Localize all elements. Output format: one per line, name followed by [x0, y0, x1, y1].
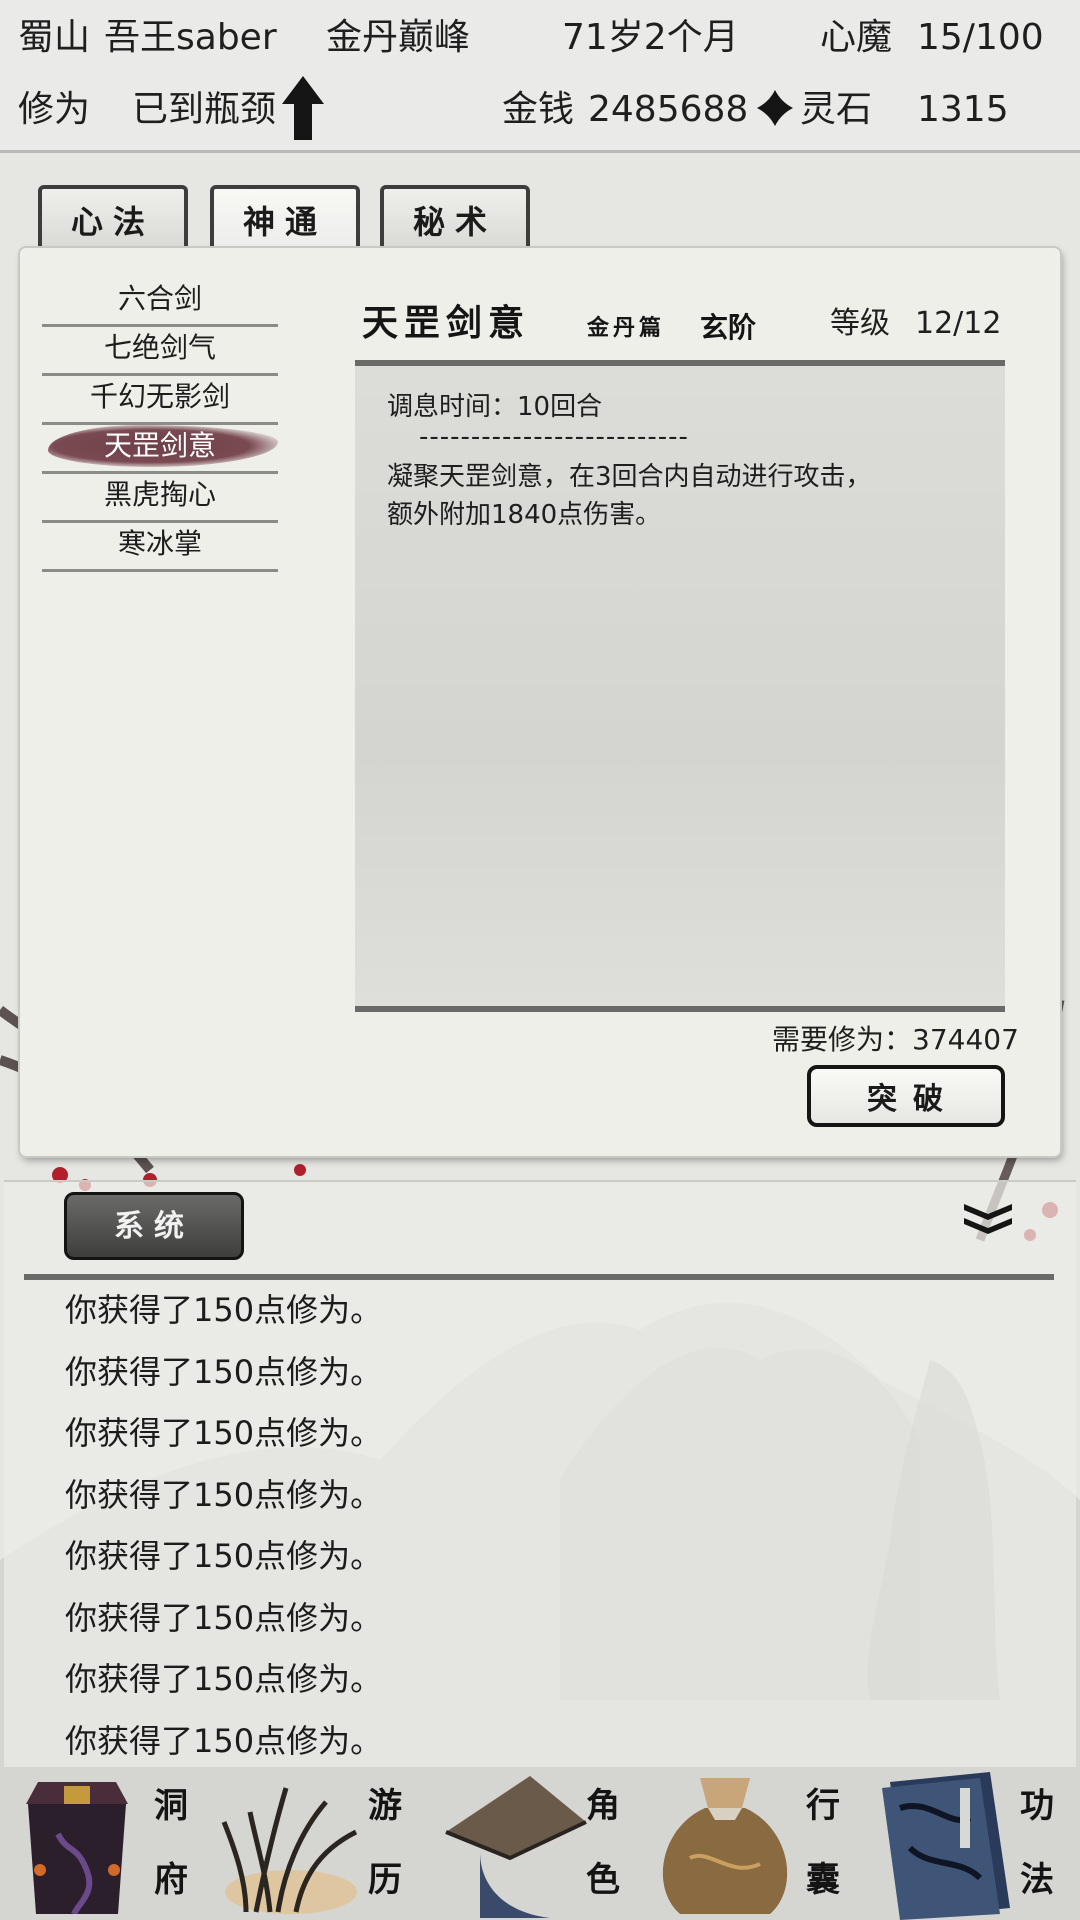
age-label: 71岁2个月: [562, 17, 739, 58]
nav-label-bottom: 府: [154, 1860, 188, 1900]
up-arrow-icon: [282, 76, 324, 140]
tab-mishu[interactable]: 秘术: [380, 185, 530, 251]
player-name: 吾王saber: [104, 17, 277, 58]
log-message: 你获得了150点修为。: [65, 1291, 383, 1329]
nav-xingnang[interactable]: 行 囊: [650, 1768, 868, 1920]
log-message: 你获得了150点修为。: [65, 1414, 383, 1452]
status-bar: 蜀山 吾王saber 金丹巅峰 71岁2个月 心魔 15/100 修为 已到瓶颈…: [0, 0, 1080, 153]
tab-shentong[interactable]: 神通: [210, 185, 360, 251]
level-label: 等级: [830, 306, 890, 341]
realm-label: 金丹巅峰: [326, 17, 471, 58]
skill-item-qijue[interactable]: 七绝剑气: [42, 325, 278, 376]
nav-youli[interactable]: 游 历: [212, 1768, 428, 1920]
nav-gongfa[interactable]: 功 法: [870, 1768, 1080, 1920]
log-divider: [24, 1274, 1054, 1280]
nav-label-bottom: 法: [1020, 1860, 1054, 1900]
log-message: 你获得了150点修为。: [65, 1722, 383, 1760]
heart-demon-value: 15/100: [917, 17, 1044, 58]
scripture-book-icon: [882, 1772, 1010, 1920]
skill-chapter: 金丹篇: [587, 315, 666, 341]
divider-line: --------------------------: [419, 422, 689, 452]
skill-item-label: 千幻无影剑: [89, 380, 230, 413]
nav-label-bottom: 色: [586, 1860, 620, 1900]
money-bag-icon: [662, 1778, 788, 1914]
log-message: 你获得了150点修为。: [65, 1599, 383, 1637]
heart-demon-label: 心魔: [820, 17, 893, 58]
nav-juese[interactable]: 角 色: [440, 1768, 650, 1920]
skill-item-liuhe[interactable]: 六合剑: [42, 276, 278, 327]
skill-item-label: 六合剑: [117, 282, 202, 315]
skill-item-label: 黑虎掏心: [103, 478, 216, 511]
skill-item-label: 寒冰掌: [117, 527, 202, 560]
log-message: 你获得了150点修为。: [65, 1476, 383, 1514]
location-label: 蜀山: [18, 17, 91, 58]
cultivation-label: 修为: [18, 89, 91, 130]
bottom-nav: 洞 府 游 历 角 色 行 囊 功 法: [0, 1768, 1080, 1920]
tab-xinfa[interactable]: 心法: [38, 185, 188, 251]
system-channel-button[interactable]: 系统: [64, 1192, 244, 1260]
nav-label-bottom: 历: [368, 1860, 402, 1900]
skill-panel: 六合剑 七绝剑气 千幻无影剑 天罡剑意 黑虎掏心 寒冰掌 天罡剑意 金丹篇 玄阶…: [20, 248, 1060, 1156]
description-line-2: 额外附加1840点伤害。: [387, 500, 662, 530]
nav-label-bottom: 囊: [806, 1860, 840, 1900]
log-message: 你获得了150点修为。: [65, 1353, 383, 1391]
skill-item-qianhuan[interactable]: 千幻无影剑: [42, 374, 278, 425]
spirit-stone-label: 灵石: [800, 89, 873, 130]
log-message: 你获得了150点修为。: [65, 1660, 383, 1698]
skill-title: 天罡剑意: [362, 302, 531, 344]
nav-label-top: 行: [806, 1786, 840, 1826]
money-value: 2485688: [588, 89, 749, 130]
nav-label-top: 洞: [154, 1786, 188, 1826]
skill-item-label: 天罡剑意: [103, 429, 216, 462]
money-label: 金钱: [502, 89, 575, 130]
collapse-chevron-icon[interactable]: [960, 1200, 1016, 1236]
required-cultivation: 需要修为：374407: [772, 1023, 1019, 1056]
breakthrough-button[interactable]: 突破: [807, 1065, 1005, 1127]
cave-gate-icon: [26, 1782, 128, 1914]
skill-item-hanbing[interactable]: 寒冰掌: [42, 521, 278, 572]
spirit-stone-value: 1315: [917, 89, 1009, 130]
spirit-stone-icon: [757, 90, 793, 126]
skill-grade: 玄阶: [700, 311, 757, 344]
cultivation-value: 已到瓶颈: [132, 89, 277, 130]
nav-dongfu[interactable]: 洞 府: [0, 1768, 210, 1920]
straw-hat-icon: [445, 1776, 587, 1918]
nav-label-top: 游: [368, 1786, 402, 1826]
reed-grass-icon: [221, 1787, 358, 1914]
skill-item-heihu[interactable]: 黑虎掏心: [42, 472, 278, 523]
description-line-1: 凝聚天罡剑意，在3回合内自动进行攻击，: [387, 462, 872, 492]
skill-item-tiangang[interactable]: 天罡剑意: [42, 423, 278, 474]
skill-description-box: 调息时间：10回合 -------------------------- 凝聚天…: [355, 360, 1005, 1012]
level-value: 12/12: [915, 306, 1002, 341]
nav-label-top: 角: [586, 1786, 620, 1826]
skill-item-label: 七绝剑气: [103, 331, 216, 364]
nav-label-top: 功: [1020, 1786, 1054, 1826]
log-message: 你获得了150点修为。: [65, 1537, 383, 1575]
